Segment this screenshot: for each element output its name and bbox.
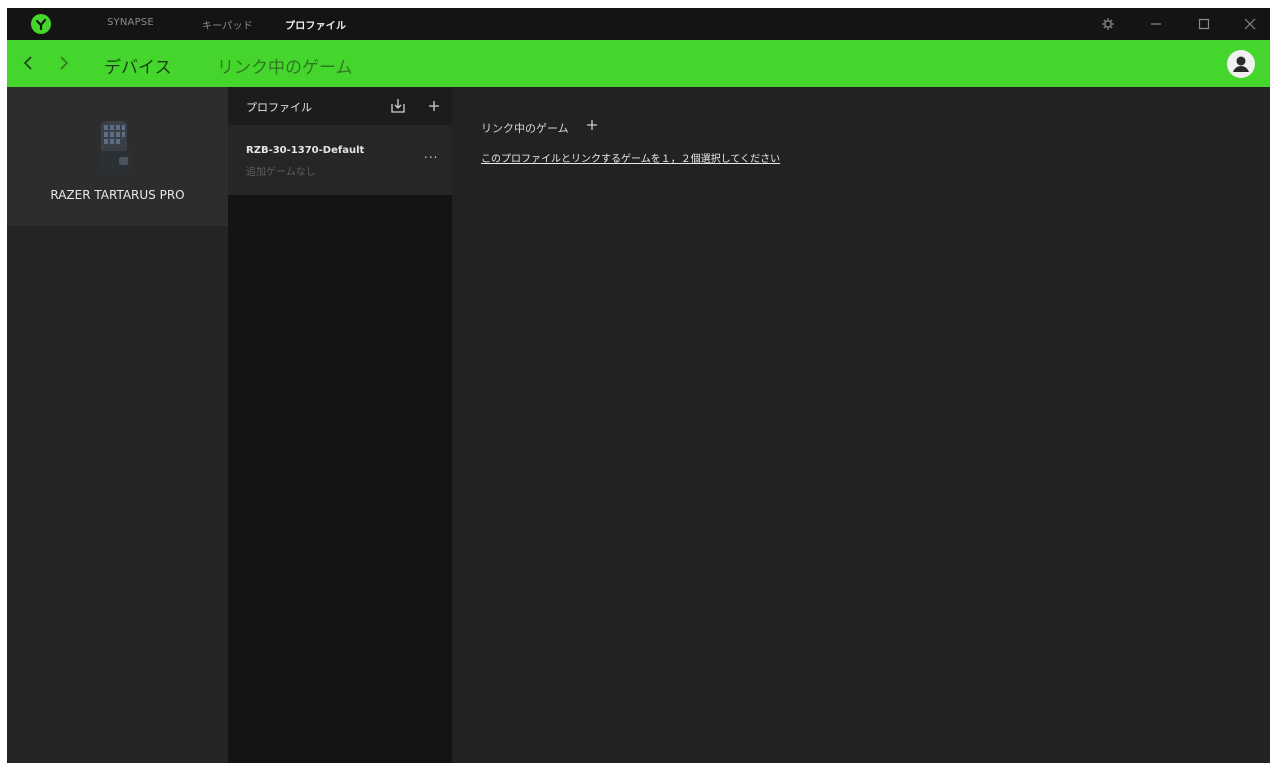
device-panel: RAZER TARTARUS PRO xyxy=(7,87,228,763)
sub-nav-bar: デバイス リンク中のゲーム xyxy=(7,40,1270,87)
device-card[interactable]: RAZER TARTARUS PRO xyxy=(7,87,228,226)
keypad-device-icon xyxy=(95,117,135,181)
title-bar: SYNAPSE キーパッド プロファイル xyxy=(7,8,1270,40)
more-options-icon[interactable]: ... xyxy=(424,147,438,161)
minimize-icon[interactable] xyxy=(1147,15,1165,33)
profile-list-item[interactable]: RZB-30-1370-Default 追加ゲームなし ... xyxy=(228,125,452,195)
forward-arrow-icon[interactable] xyxy=(54,54,72,72)
linked-games-title: リンク中のゲーム xyxy=(481,122,569,135)
profile-subtitle: 追加ゲームなし xyxy=(246,167,316,178)
tab-synapse[interactable]: SYNAPSE xyxy=(107,17,154,28)
device-name: RAZER TARTARUS PRO xyxy=(50,188,185,202)
add-profile-icon[interactable] xyxy=(426,98,442,114)
profile-panel: プロファイル RZB-30-1370-Default 追加ゲームなし ... xyxy=(228,87,452,763)
profile-header: プロファイル xyxy=(228,87,452,125)
linked-games-content: リンク中のゲーム このプロファイルとリンクするゲームを１，２個選択してください xyxy=(452,87,1270,763)
settings-icon[interactable] xyxy=(1099,15,1117,33)
select-games-link[interactable]: このプロファイルとリンクするゲームを１，２個選択してください xyxy=(481,150,780,165)
user-avatar-icon[interactable] xyxy=(1227,50,1255,78)
import-icon[interactable] xyxy=(390,98,406,114)
tab-keypad[interactable]: キーパッド xyxy=(202,17,253,32)
tab-devices[interactable]: デバイス xyxy=(104,53,172,78)
razer-logo-icon[interactable] xyxy=(31,14,51,34)
back-arrow-icon[interactable] xyxy=(20,54,38,72)
profile-name: RZB-30-1370-Default xyxy=(246,145,365,156)
tab-profile[interactable]: プロファイル xyxy=(285,17,346,32)
tab-linked-games[interactable]: リンク中のゲーム xyxy=(217,53,353,78)
synapse-window: SYNAPSE キーパッド プロファイル デバイス リンク中のゲーム RAZER… xyxy=(7,8,1270,763)
close-icon[interactable] xyxy=(1241,15,1259,33)
maximize-icon[interactable] xyxy=(1195,15,1213,33)
profile-header-label: プロファイル xyxy=(246,101,312,114)
add-linked-game-icon[interactable] xyxy=(585,117,599,131)
